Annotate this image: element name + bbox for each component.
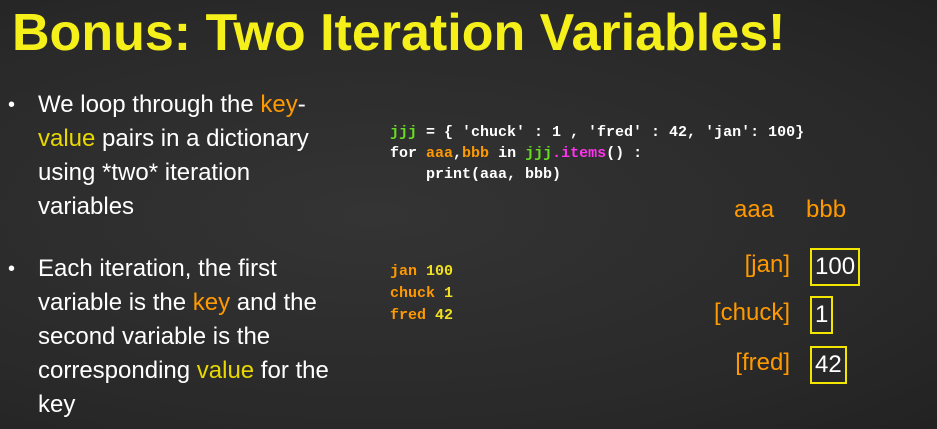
slide-title: Bonus: Two Iteration Variables!	[12, 4, 786, 62]
bullet-dot-icon: •	[8, 94, 16, 116]
code-line: jjj = { 'chuck' : 1 , 'fred' : 42, 'jan'…	[390, 122, 804, 143]
code-token: ,	[453, 145, 463, 162]
diagram-key: [fred]	[735, 349, 790, 376]
code-token: print(aaa, bbb)	[390, 166, 562, 183]
code-block: jjj = { 'chuck' : 1 , 'fred' : 42, 'jan'…	[390, 122, 804, 185]
code-token: for	[390, 145, 427, 162]
bullet-text-segment: We loop through the	[38, 91, 261, 118]
diagram-row: [jan]	[690, 246, 790, 286]
output-line: fred 42	[390, 305, 453, 327]
output-value: 1	[444, 285, 454, 302]
bullet-text-2: Each iteration, the first variable is th…	[38, 255, 329, 418]
value-word: value	[196, 357, 255, 384]
header-value-label: bbb	[806, 196, 847, 223]
diagram-key: [jan]	[744, 251, 790, 278]
code-token: .items	[552, 145, 607, 162]
output-key: chuck	[390, 285, 436, 302]
diagram-row: [chuck]	[690, 294, 790, 334]
code-line: for aaa,bbb in jjj.items() :	[390, 143, 804, 164]
code-token: bbb	[462, 145, 490, 162]
code-token: = { 'chuck' : 1 , 'fred' : 42, 'jan': 10…	[417, 124, 805, 141]
bullet-list: • We loop through the key-value pairs in…	[6, 88, 346, 422]
bullet-item: • Each iteration, the first variable is …	[6, 252, 346, 422]
bullet-dot-icon: •	[8, 258, 16, 280]
bullet-item: • We loop through the key-value pairs in…	[6, 88, 346, 224]
code-token: jjj	[525, 145, 553, 162]
slide: Bonus: Two Iteration Variables! • We loo…	[0, 0, 937, 429]
value-word: value	[38, 125, 96, 152]
bullet-text-segment: -	[297, 91, 306, 118]
output-key: jan	[390, 263, 418, 280]
output-key: fred	[390, 307, 427, 324]
key-word: key	[260, 91, 298, 118]
output-line: chuck 1	[390, 283, 453, 305]
diagram-row: [fred]	[690, 344, 790, 384]
value-box: 42	[810, 346, 847, 384]
code-token: jjj	[390, 124, 418, 141]
value-box: 1	[810, 296, 834, 334]
code-token: () :	[606, 145, 643, 162]
bullet-text-1: We loop through the key-value pairs in a…	[38, 91, 309, 220]
output-value: 42	[435, 307, 454, 324]
header-key-label: aaa	[734, 196, 775, 223]
output-value: 100	[426, 263, 454, 280]
code-token: aaa	[426, 145, 454, 162]
output-line: jan 100	[390, 261, 453, 283]
code-line: print(aaa, bbb)	[390, 164, 804, 185]
program-output: jan 100 chuck 1 fred 42	[390, 261, 453, 327]
diagram-key: [chuck]	[713, 299, 790, 326]
code-token: in	[489, 145, 526, 162]
value-box: 100	[810, 248, 861, 286]
key-word: key	[192, 289, 231, 316]
